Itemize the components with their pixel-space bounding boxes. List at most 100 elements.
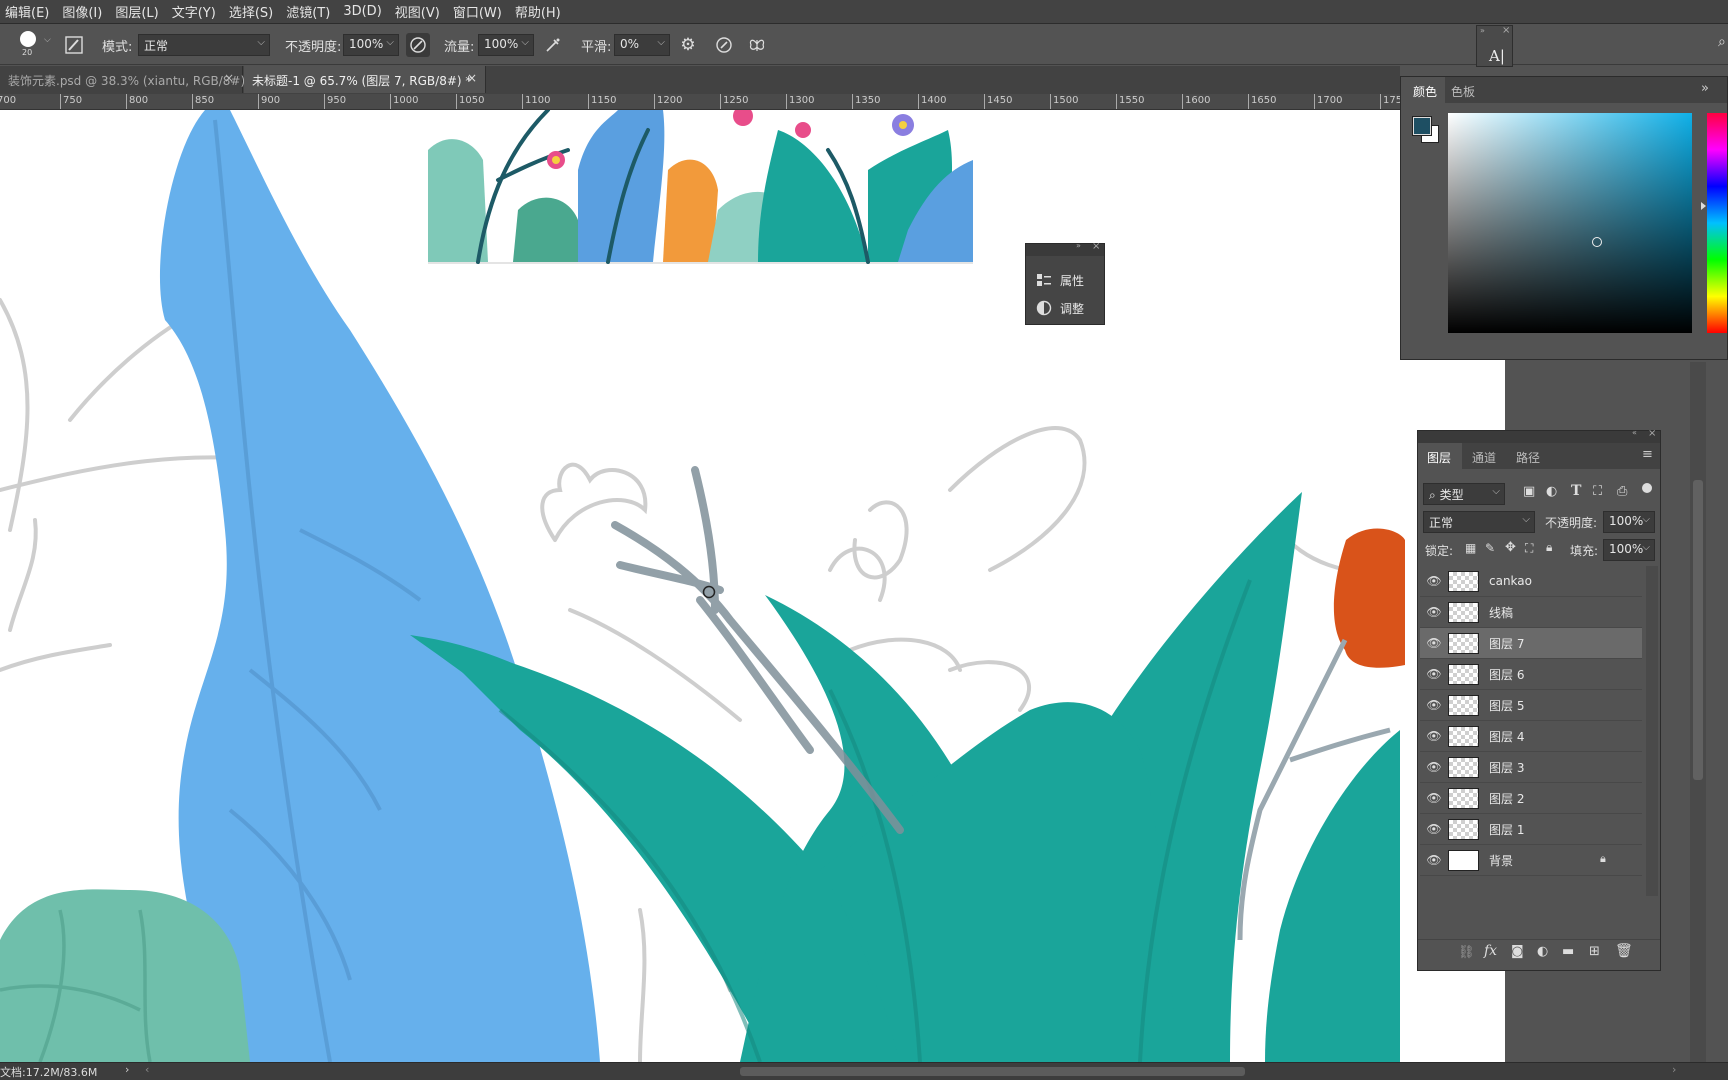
smooth-input[interactable]: 0% ⌵ — [614, 34, 670, 56]
brush-preset-picker[interactable]: 20 ⌵ — [14, 29, 54, 61]
color-picker-cursor[interactable] — [1592, 237, 1602, 247]
layer-list-scrollbar[interactable] — [1646, 566, 1658, 896]
chevron-right-icon[interactable]: › — [125, 1063, 129, 1076]
close-icon[interactable]: × — [1502, 25, 1510, 36]
panel-menu-icon[interactable]: ≡ — [1642, 447, 1653, 462]
filter-type-icon[interactable]: T — [1571, 483, 1581, 499]
menu-filter[interactable]: 滤镜(T) — [281, 2, 338, 21]
visibility-eye-icon[interactable]: 👁︎ — [1420, 574, 1448, 588]
close-icon[interactable]: × — [224, 71, 234, 85]
layer-row[interactable]: 👁︎ 图层 3 — [1420, 752, 1642, 783]
new-layer-icon[interactable]: ⊞ — [1589, 944, 1600, 959]
layer-row[interactable]: 👁︎ 图层 4 — [1420, 721, 1642, 752]
lock-all-icon[interactable]: 🔒︎ — [1546, 540, 1552, 555]
symmetry-butterfly-icon[interactable] — [745, 33, 769, 57]
hue-slider-marker[interactable] — [1701, 202, 1706, 210]
panel-dock-scrollbar[interactable] — [1690, 362, 1706, 1062]
menu-type[interactable]: 文字(Y) — [167, 2, 224, 21]
visibility-eye-icon[interactable]: 👁︎ — [1420, 605, 1448, 619]
menu-3d[interactable]: 3D(D) — [338, 4, 389, 19]
close-icon[interactable]: × — [467, 71, 477, 85]
blend-mode-select[interactable]: 正常 ⌵ — [1423, 511, 1535, 533]
tab-channels[interactable]: 通道 — [1472, 449, 1496, 466]
layer-row[interactable]: 👁︎ 图层 2 — [1420, 783, 1642, 814]
smoothing-settings-gear-icon[interactable]: ⚙ — [676, 33, 700, 57]
opacity-input[interactable]: 100% ⌵ — [343, 34, 399, 56]
saturation-brightness-field[interactable] — [1448, 113, 1692, 333]
add-mask-icon[interactable]: ◙ — [1511, 944, 1524, 959]
lock-transparent-icon[interactable]: ▦ — [1465, 541, 1476, 555]
close-icon[interactable]: × — [1092, 241, 1100, 252]
document-canvas[interactable] — [0, 110, 1505, 1062]
hue-slider[interactable] — [1707, 113, 1727, 333]
double-chevron-icon[interactable]: » — [1076, 241, 1081, 250]
menu-layer[interactable]: 图层(L) — [110, 2, 166, 21]
ruler-tick-label: 1300 — [789, 95, 815, 106]
horizontal-scrollbar-thumb[interactable] — [740, 1067, 1245, 1076]
visibility-eye-icon[interactable]: 👁︎ — [1420, 698, 1448, 712]
layer-filter-select[interactable]: ⌕ 类型 ⌵ — [1423, 483, 1505, 505]
tab-untitled-1[interactable]: 未标题-1 @ 65.7% (图层 7, RGB/8#) * × — [244, 66, 486, 93]
menu-edit[interactable]: 编辑(E) — [0, 2, 57, 21]
layer-row[interactable]: 👁︎ 图层 5 — [1420, 690, 1642, 721]
visibility-eye-icon[interactable]: 👁︎ — [1420, 636, 1448, 650]
menu-view[interactable]: 视图(V) — [390, 2, 448, 21]
visibility-eye-icon[interactable]: 👁︎ — [1420, 791, 1448, 805]
filter-shape-icon[interactable]: ⛶ — [1593, 484, 1602, 499]
lock-pixels-brush-icon[interactable]: ✎ — [1485, 541, 1495, 555]
filter-toggle-icon[interactable] — [1642, 483, 1652, 493]
layer-style-fx-icon[interactable]: fx — [1484, 943, 1497, 959]
tab-layers[interactable]: 图层 — [1418, 443, 1462, 469]
fill-input[interactable]: 100% ⌵ — [1603, 539, 1655, 561]
layer-row[interactable]: 👁︎ 背景 🔒︎ — [1420, 845, 1642, 876]
link-layers-icon[interactable]: ⛓ — [1458, 945, 1475, 960]
menu-image[interactable]: 图像(I) — [57, 2, 110, 21]
horizontal-ruler[interactable]: 700 750 800 850 900 950 1000 1050 1100 1150 1200 12… — [0, 94, 1400, 110]
layer-list: 👁︎ cankao 👁︎ 线稿 👁︎ 图层 7 👁︎ 图层 6 👁︎ 图层 5 👁︎ 图层 4 👁︎ 图层… — [1420, 566, 1642, 896]
visibility-eye-icon[interactable]: 👁︎ — [1420, 822, 1448, 836]
document-size-info[interactable]: 文档:17.2M/83.6M — [0, 1064, 97, 1080]
search-icon[interactable]: ⌕ — [1718, 34, 1726, 50]
filter-pixel-icon[interactable]: ▣ — [1523, 484, 1535, 499]
new-adjustment-layer-icon[interactable]: ◐ — [1537, 944, 1548, 959]
filter-adjustment-icon[interactable]: ◐ — [1546, 484, 1557, 499]
layer-row[interactable]: 👁︎ cankao — [1420, 566, 1642, 597]
pressure-size-icon[interactable] — [712, 33, 736, 57]
layer-row[interactable]: 👁︎ 图层 6 — [1420, 659, 1642, 690]
menu-select[interactable]: 选择(S) — [224, 2, 281, 21]
tab-color[interactable]: 颜色 — [1401, 77, 1445, 103]
double-chevron-icon[interactable]: » — [1701, 81, 1709, 96]
filter-smartobject-icon[interactable]: ⎙ — [1617, 484, 1627, 499]
close-icon[interactable]: × — [1648, 428, 1656, 439]
scroll-left-arrow-icon[interactable]: ‹ — [145, 1063, 149, 1076]
visibility-eye-icon[interactable]: 👁︎ — [1420, 853, 1448, 867]
brush-panel-toggle-icon[interactable] — [62, 33, 86, 57]
delete-layer-trash-icon[interactable]: 🗑︎ — [1615, 943, 1633, 959]
menu-help[interactable]: 帮助(H) — [510, 2, 569, 21]
visibility-eye-icon[interactable]: 👁︎ — [1420, 729, 1448, 743]
double-chevron-icon[interactable]: « — [1632, 428, 1637, 437]
mode-select[interactable]: 正常 ⌵ — [138, 34, 270, 56]
layer-row[interactable]: 👁︎ 图层 1 — [1420, 814, 1642, 845]
properties-button[interactable]: 属性 — [1036, 270, 1100, 290]
scrollbar-thumb[interactable] — [1693, 480, 1703, 780]
new-group-folder-icon[interactable]: ▬ — [1562, 944, 1574, 959]
visibility-eye-icon[interactable]: 👁︎ — [1420, 760, 1448, 774]
menu-window[interactable]: 窗口(W) — [448, 2, 510, 21]
lock-position-move-icon[interactable]: ✥ — [1505, 540, 1516, 555]
foreground-color-swatch[interactable] — [1412, 116, 1432, 136]
pressure-opacity-icon[interactable] — [406, 33, 430, 57]
scroll-right-arrow-icon[interactable]: › — [1672, 1063, 1676, 1076]
tab-paths[interactable]: 路径 — [1516, 449, 1540, 466]
airbrush-icon[interactable] — [541, 33, 565, 57]
flow-input[interactable]: 100% ⌵ — [478, 34, 534, 56]
adjust-button[interactable]: 调整 — [1036, 298, 1100, 318]
layer-row[interactable]: 👁︎ 图层 7 — [1420, 628, 1642, 659]
layer-row[interactable]: 👁︎ 线稿 — [1420, 597, 1642, 628]
tab-decoration-psd[interactable]: 装饰元素.psd @ 38.3% (xiantu, RGB/8#) * × — [0, 66, 255, 93]
visibility-eye-icon[interactable]: 👁︎ — [1420, 667, 1448, 681]
character-panel-collapsed[interactable]: » × A| — [1476, 25, 1513, 67]
layer-opacity-input[interactable]: 100% ⌵ — [1603, 511, 1655, 533]
tab-swatches[interactable]: 色板 — [1451, 83, 1475, 100]
lock-artboard-icon[interactable]: ⛶ — [1525, 541, 1533, 556]
